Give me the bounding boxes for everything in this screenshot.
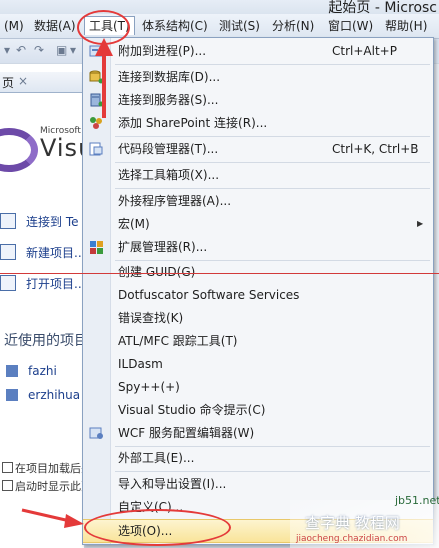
annotation-arrow-right <box>21 508 71 523</box>
watermark-site-text: jb51.net <box>395 494 439 507</box>
annotation-arrowhead-right <box>64 514 84 528</box>
annotation-circle-tools <box>77 10 130 45</box>
annotation-circle-options <box>84 509 231 546</box>
annotation-arrows <box>21 38 113 528</box>
watermark-url-text: jiaocheng.chazidian.com <box>296 534 408 544</box>
watermark-title-text: 查字典 教程网 <box>305 514 400 532</box>
